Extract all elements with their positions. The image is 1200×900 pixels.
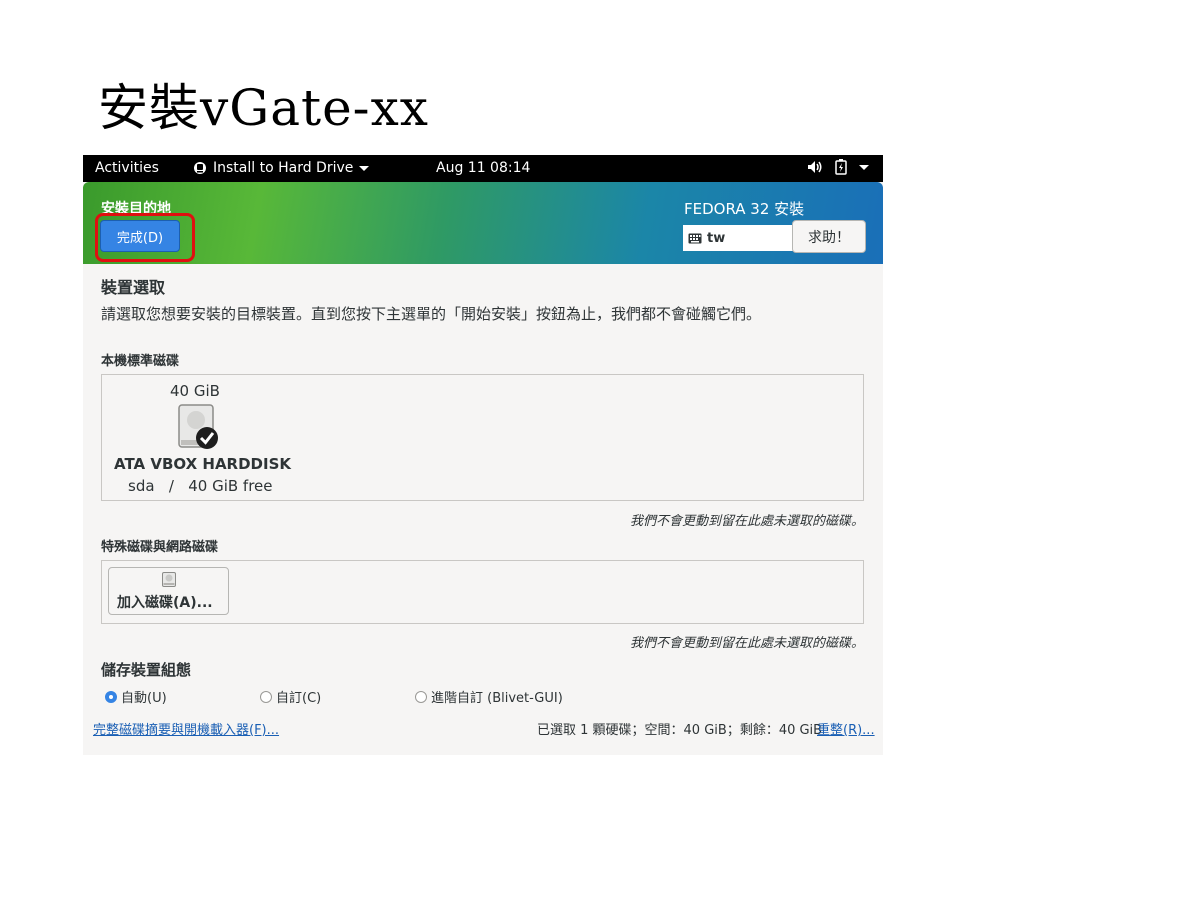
unselected-disks-note-2: 我們不會更動到留在此處未選取的磁碟。 xyxy=(629,636,864,651)
help-button[interactable]: 求助！ xyxy=(792,220,866,253)
radio-unselected-icon xyxy=(260,690,272,703)
add-disk-button[interactable]: 加入磁碟(A)... xyxy=(108,567,229,615)
activities-button[interactable]: Activities xyxy=(95,160,159,176)
unselected-disks-note: 我們不會更動到留在此處未選取的磁碟。 xyxy=(629,514,864,529)
radio-unselected-icon xyxy=(415,690,427,703)
product-title: FEDORA 32 安裝 xyxy=(684,200,805,218)
radio-selected-icon xyxy=(105,690,117,703)
keyboard-layout-label: tw xyxy=(707,230,726,246)
device-selection-description: 請選取您想要安裝的目標裝置。直到您按下主選單的「開始安裝」按鈕為止，我們都不會碰… xyxy=(101,305,762,323)
keyboard-layout-indicator[interactable]: tw xyxy=(683,225,795,251)
keyboard-icon xyxy=(688,233,702,243)
disk-details: sda / 40 GiB free xyxy=(128,477,273,495)
radio-label: 自動(U) xyxy=(121,691,167,706)
chevron-down-icon xyxy=(859,164,869,170)
clock[interactable]: Aug 11 08:14 xyxy=(436,160,530,176)
volume-icon xyxy=(808,161,822,173)
storage-config-heading: 儲存裝置組態 xyxy=(101,661,192,679)
app-icon xyxy=(194,162,206,174)
disk-device: sda xyxy=(128,477,155,495)
app-menu-label: Install to Hard Drive xyxy=(213,160,354,176)
special-disks-panel: 加入磁碟(A)... xyxy=(101,560,864,624)
installer-screen: Activities Install to Hard Drive Aug 11 … xyxy=(83,155,883,755)
main-content: 裝置選取 請選取您想要安裝的目標裝置。直到您按下主選單的「開始安裝」按鈕為止，我… xyxy=(83,264,883,755)
radio-advanced-custom[interactable]: 進階自訂 (Blivet-GUI) xyxy=(415,687,563,706)
special-disks-heading: 特殊磁碟與網路磁碟 xyxy=(101,540,219,555)
radio-label: 自訂(C) xyxy=(276,691,322,706)
disk-sda[interactable]: 40 GiB ATA VBOX HARDDISK sda / 40 GiB fr… xyxy=(102,375,292,500)
device-selection-heading: 裝置選取 xyxy=(101,278,166,297)
disk-summary-link[interactable]: 完整磁碟摘要與開機載入器(F)... xyxy=(93,719,279,738)
header-bar: 安裝目的地 完成(D) FEDORA 32 安裝 tw 求助！ xyxy=(83,182,883,264)
disk-size: 40 GiB xyxy=(170,382,220,400)
battery-icon xyxy=(835,159,847,175)
top-bar: Activities Install to Hard Drive Aug 11 … xyxy=(83,155,883,182)
radio-custom[interactable]: 自訂(C) xyxy=(260,687,321,706)
radio-automatic[interactable]: 自動(U) xyxy=(105,687,167,706)
disk-free: 40 GiB free xyxy=(188,477,273,495)
slide-title: 安裝vGate-xx xyxy=(98,79,429,137)
add-disk-label: 加入磁碟(A)... xyxy=(117,595,213,611)
radio-label: 進階自訂 (Blivet-GUI) xyxy=(431,691,563,706)
refresh-link[interactable]: 重整(R)... xyxy=(817,719,875,738)
system-status-menu[interactable] xyxy=(807,159,869,175)
local-disks-panel: 40 GiB ATA VBOX HARDDISK sda / 40 GiB fr… xyxy=(101,374,864,501)
chevron-down-icon xyxy=(359,165,370,171)
local-disks-heading: 本機標準磁碟 xyxy=(101,354,180,369)
disk-separator: / xyxy=(168,477,174,495)
harddisk-icon xyxy=(162,572,176,587)
disk-name: ATA VBOX HARDDISK xyxy=(114,455,292,473)
highlight-annotation xyxy=(95,213,195,262)
selection-summary: 已選取 1 顆硬碟；空間：40 GiB；剩餘：40 GiB xyxy=(537,723,823,738)
app-menu[interactable]: Install to Hard Drive xyxy=(193,160,370,176)
harddisk-selected-icon xyxy=(178,404,218,449)
